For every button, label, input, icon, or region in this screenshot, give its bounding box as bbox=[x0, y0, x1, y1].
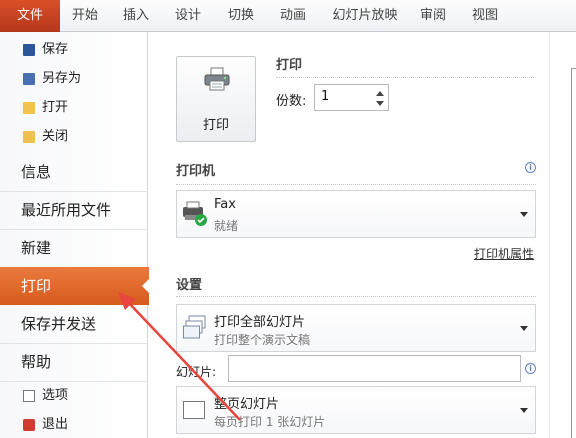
chevron-down-icon bbox=[520, 212, 528, 217]
nav-close[interactable]: 关闭 bbox=[0, 123, 148, 151]
spin-down-icon[interactable] bbox=[376, 101, 384, 106]
tab-insert[interactable]: 插入 bbox=[119, 0, 153, 32]
tab-animations[interactable]: 动画 bbox=[276, 0, 310, 32]
copies-stepper[interactable]: 1 bbox=[314, 84, 389, 111]
print-preview bbox=[549, 32, 576, 438]
folder-close-icon bbox=[23, 131, 35, 143]
tab-design[interactable]: 设计 bbox=[171, 0, 205, 32]
tab-home[interactable]: 开始 bbox=[68, 0, 102, 32]
divider bbox=[276, 77, 534, 78]
print-button[interactable]: 打印 bbox=[176, 56, 256, 142]
layout-title: 整页幻灯片 bbox=[214, 397, 280, 412]
exit-icon bbox=[23, 419, 35, 431]
nav-new[interactable]: 新建 bbox=[0, 229, 148, 267]
nav-save-as[interactable]: 另存为 bbox=[0, 65, 148, 93]
printer-properties-link[interactable]: 打印机属性 bbox=[474, 245, 534, 262]
printer-name: Fax bbox=[214, 197, 236, 212]
nav-save-send[interactable]: 保存并发送 bbox=[0, 305, 148, 343]
nav-options[interactable]: 选项 bbox=[0, 382, 148, 410]
nav-close-label: 关闭 bbox=[42, 129, 69, 144]
slides-input[interactable] bbox=[228, 355, 521, 382]
print-button-label: 打印 bbox=[202, 118, 229, 133]
info-icon[interactable]: i bbox=[525, 162, 536, 173]
tab-slideshow[interactable]: 幻灯片放映 bbox=[328, 0, 402, 32]
save-icon bbox=[23, 44, 35, 56]
tab-review[interactable]: 审阅 bbox=[416, 0, 450, 32]
printer-dropdown[interactable]: Fax 就绪 bbox=[176, 190, 536, 238]
nav-exit-label: 退出 bbox=[42, 417, 69, 432]
printer-status: 就绪 bbox=[214, 219, 239, 233]
tab-file[interactable]: 文件 bbox=[0, 0, 60, 32]
printer-icon bbox=[204, 67, 230, 91]
copies-value: 1 bbox=[321, 89, 330, 104]
folder-open-icon bbox=[23, 102, 35, 114]
slides-label: 幻灯片: bbox=[176, 365, 217, 379]
nav-save[interactable]: 保存 bbox=[0, 36, 148, 64]
nav-save-as-label: 另存为 bbox=[42, 71, 82, 86]
nav-recent[interactable]: 最近所用文件 bbox=[0, 191, 148, 229]
info-icon[interactable]: i bbox=[525, 363, 536, 374]
copies-label: 份数: bbox=[276, 94, 307, 109]
layout-subtitle: 每页打印 1 张幻灯片 bbox=[214, 415, 326, 429]
save-as-icon bbox=[23, 73, 35, 85]
print-range-subtitle: 打印整个演示文稿 bbox=[214, 333, 311, 347]
nav-help[interactable]: 帮助 bbox=[0, 343, 148, 381]
nav-open[interactable]: 打开 bbox=[0, 94, 148, 122]
ribbon-tabs: 文件 开始 插入 设计 切换 动画 幻灯片放映 审阅 视图 bbox=[0, 0, 576, 32]
fax-printer-icon bbox=[183, 201, 207, 226]
print-range-title: 打印全部幻灯片 bbox=[214, 315, 306, 330]
print-heading: 打印 bbox=[276, 58, 303, 73]
full-page-slide-icon bbox=[183, 401, 205, 419]
tab-transitions[interactable]: 切换 bbox=[224, 0, 258, 32]
printer-heading: 打印机 bbox=[176, 164, 216, 179]
nav-exit[interactable]: 退出 bbox=[0, 411, 148, 438]
chevron-down-icon bbox=[520, 408, 528, 413]
print-range-dropdown[interactable]: 打印全部幻灯片 打印整个演示文稿 bbox=[176, 304, 536, 352]
divider bbox=[176, 184, 536, 185]
spin-up-icon[interactable] bbox=[376, 91, 384, 96]
slides-stack-icon bbox=[183, 315, 206, 339]
preview-page bbox=[571, 68, 576, 438]
print-panel: 打印 打印 份数: 1 打印机 i Fax 就绪 打印机属性 设置 打印全部幻灯… bbox=[149, 32, 549, 438]
chevron-down-icon bbox=[520, 326, 528, 331]
nav-options-label: 选项 bbox=[42, 388, 69, 403]
nav-print[interactable]: 打印 bbox=[0, 267, 150, 305]
nav-info[interactable]: 信息 bbox=[0, 153, 148, 191]
divider bbox=[176, 296, 536, 297]
settings-heading: 设置 bbox=[176, 278, 203, 293]
nav-open-label: 打开 bbox=[42, 100, 69, 115]
layout-dropdown[interactable]: 整页幻灯片 每页打印 1 张幻灯片 bbox=[176, 386, 536, 434]
tab-view[interactable]: 视图 bbox=[468, 0, 502, 32]
backstage-nav: 保存 另存为 打开 关闭 信息 最近所用文件 新建 打印 保存并发送 帮助 选项… bbox=[0, 32, 150, 438]
options-icon bbox=[23, 390, 35, 402]
nav-save-label: 保存 bbox=[42, 42, 69, 57]
